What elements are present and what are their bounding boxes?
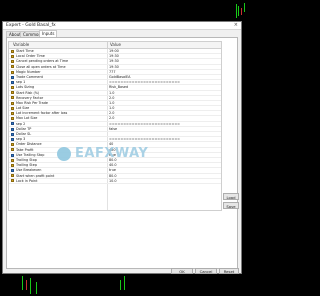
candle-mark xyxy=(120,280,121,290)
column-header-value[interactable]: Value xyxy=(110,42,121,48)
list-icon xyxy=(11,86,14,90)
text-icon xyxy=(11,122,14,126)
close-icon[interactable]: × xyxy=(234,22,238,29)
text-icon xyxy=(11,75,14,79)
bool-icon xyxy=(11,127,14,131)
dialog-title: Expert - Gold Basal_fx xyxy=(6,23,56,28)
row-value[interactable]: 10.0 xyxy=(109,179,117,184)
number-icon xyxy=(11,91,14,95)
candle-mark xyxy=(236,4,237,18)
load-button[interactable]: Load xyxy=(223,193,239,200)
inputs-grid: Variable Value Start Time 19:00 Local Orde… xyxy=(8,41,222,211)
bool-icon xyxy=(11,169,14,173)
clock-icon xyxy=(11,60,14,64)
number-icon xyxy=(11,112,14,116)
number-icon xyxy=(11,179,14,183)
ok-button[interactable]: OK xyxy=(171,268,193,274)
dialog-titlebar: Expert - Gold Basal_fx × xyxy=(3,22,241,30)
cancel-button[interactable]: Cancel xyxy=(195,268,217,274)
number-icon xyxy=(11,158,14,162)
grid-rows: Start Time 19:00 Local Order Time 19:30 Canc… xyxy=(9,49,221,184)
candle-mark xyxy=(30,278,31,294)
row-variable: Lock in Point xyxy=(16,178,38,183)
number-icon xyxy=(11,70,14,74)
clock-icon xyxy=(11,54,14,58)
candle-mark xyxy=(26,280,27,290)
clock-icon xyxy=(11,65,14,69)
bool-icon xyxy=(11,153,14,157)
text-icon xyxy=(11,137,14,141)
column-header-variable[interactable]: Variable xyxy=(13,42,29,48)
number-icon xyxy=(11,163,14,167)
inputs-panel: Variable Value Start Time 19:00 Local Orde… xyxy=(6,37,239,269)
number-icon xyxy=(11,143,14,147)
number-icon xyxy=(11,148,14,152)
text-icon xyxy=(11,80,14,84)
number-icon xyxy=(11,106,14,110)
expert-properties-dialog: Expert - Gold Basal_fx × About Common In… xyxy=(2,21,242,274)
number-icon xyxy=(11,96,14,100)
candle-mark xyxy=(22,276,23,290)
number-icon xyxy=(11,101,14,105)
clock-icon xyxy=(11,49,14,53)
reset-button[interactable]: Reset xyxy=(219,268,239,274)
save-button[interactable]: Save xyxy=(223,202,239,209)
candle-mark xyxy=(124,276,125,290)
bool-icon xyxy=(11,132,14,136)
candle-mark xyxy=(241,8,242,15)
grid-header: Variable Value xyxy=(9,42,221,49)
table-row[interactable]: Lock in Point 10.0 xyxy=(9,179,221,184)
candle-mark xyxy=(244,3,245,12)
column-divider[interactable] xyxy=(107,42,108,48)
number-icon xyxy=(11,117,14,121)
candle-mark xyxy=(238,6,239,16)
number-icon xyxy=(11,174,14,178)
candle-mark xyxy=(36,282,37,294)
